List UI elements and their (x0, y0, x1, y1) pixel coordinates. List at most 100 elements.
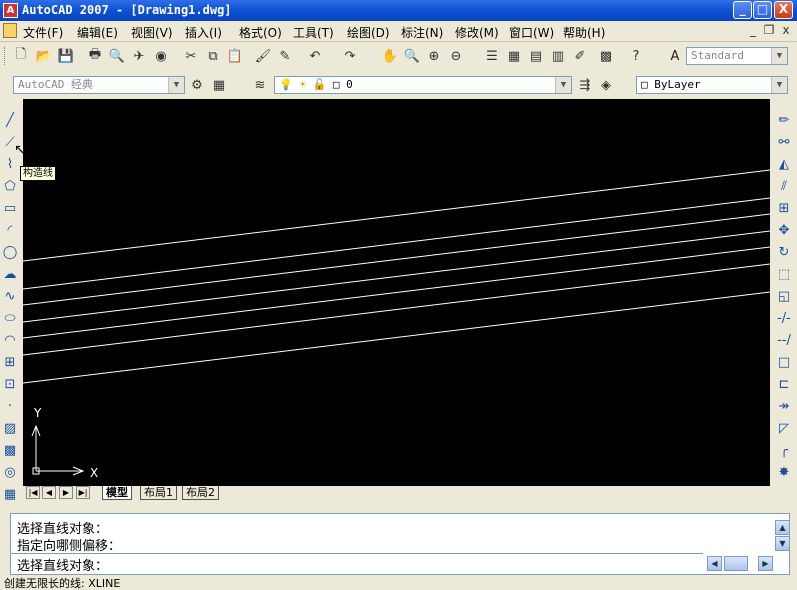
autocad-app-icon[interactable]: A (3, 3, 18, 18)
trim-icon[interactable]: -/- (775, 309, 793, 327)
point-icon[interactable]: · (1, 397, 19, 415)
minimize-button[interactable]: _ (733, 1, 752, 19)
line-icon[interactable]: ╱ (1, 111, 19, 129)
match-properties-icon[interactable]: 🖌 (254, 47, 272, 65)
workspace-settings-icon[interactable]: ⚙ (188, 76, 206, 94)
3d-dwf-icon[interactable]: ◉ (152, 47, 170, 65)
markup-icon[interactable]: ✐ (571, 47, 589, 65)
revision-cloud-icon[interactable]: ☁ (1, 265, 19, 283)
rectangle-icon[interactable]: ▭ (1, 199, 19, 217)
block-editor-icon[interactable]: ✎ (276, 47, 294, 65)
document-icon[interactable] (3, 23, 17, 38)
plot-preview-icon[interactable]: 🔍 (108, 47, 126, 65)
move-icon[interactable]: ✥ (775, 221, 793, 239)
xline-1[interactable] (23, 169, 770, 262)
rotate-icon[interactable]: ↻ (775, 243, 793, 261)
menu-view[interactable]: 视图(V) (131, 24, 173, 41)
last-tab-button[interactable]: ▶| (76, 486, 90, 499)
zoom-window-icon[interactable]: ⊕ (425, 47, 443, 65)
xline-4[interactable] (23, 230, 770, 323)
menu-dimension[interactable]: 标注(N) (401, 24, 443, 41)
publish-icon[interactable]: ✈ (130, 47, 148, 65)
tool-palettes-icon[interactable]: ▤ (527, 47, 545, 65)
scale-icon[interactable]: ⬚ (775, 265, 793, 283)
hatch-icon[interactable]: ▨ (1, 419, 19, 437)
cut-icon[interactable]: ✂ (182, 47, 200, 65)
menu-insert[interactable]: 插入(I) (185, 24, 222, 41)
offset-icon[interactable]: ⫽ (775, 177, 793, 195)
layer-manager-icon[interactable]: ≋ (251, 76, 269, 94)
scroll-right-icon[interactable]: ▶ (758, 556, 773, 571)
calculator-icon[interactable]: ▩ (597, 47, 615, 65)
redo-icon[interactable]: ↷ (341, 47, 359, 65)
menu-file[interactable]: 文件(F) (23, 24, 63, 41)
scroll-left-icon[interactable]: ◀ (707, 556, 722, 571)
ellipse-icon[interactable]: ⬭ (1, 309, 19, 327)
insert-block-icon[interactable]: ⊞ (1, 353, 19, 371)
copy-icon[interactable]: ⧉ (204, 47, 222, 65)
menu-edit[interactable]: 编辑(E) (77, 24, 118, 41)
make-layer-current-icon[interactable]: ⇶ (576, 76, 594, 94)
text-style-icon[interactable]: A (666, 47, 684, 65)
layer-dropdown[interactable]: 💡 ☀ 🔓 □ 0 ▼ (274, 76, 572, 94)
copy-object-icon[interactable]: ⚯ (775, 133, 793, 151)
ellipse-arc-icon[interactable]: ◠ (1, 331, 19, 349)
spline-icon[interactable]: ∿ (1, 287, 19, 305)
layer-previous-icon[interactable]: ◈ (597, 76, 615, 94)
undo-icon[interactable]: ↶ (306, 47, 324, 65)
save-workspace-icon[interactable]: ▦ (210, 76, 228, 94)
mirror-icon[interactable]: ◭ (775, 155, 793, 173)
drawing-canvas[interactable]: Y X (23, 99, 770, 486)
doc-restore-button[interactable]: ❐ (762, 23, 776, 37)
horizontal-scroll-thumb[interactable] (724, 556, 748, 571)
xline-6[interactable] (23, 263, 770, 356)
tab-layout1[interactable]: 布局1 (140, 486, 177, 500)
tab-layout2[interactable]: 布局2 (182, 486, 219, 500)
fillet-icon[interactable]: ╭ (775, 441, 793, 459)
paste-icon[interactable]: 📋 (226, 47, 244, 65)
next-tab-button[interactable]: ▶ (59, 486, 73, 499)
design-center-icon[interactable]: ▦ (505, 47, 523, 65)
break-icon[interactable]: ⊏ (775, 375, 793, 393)
new-icon[interactable]: 🗋 (12, 47, 30, 65)
polygon-icon[interactable]: ⬠ (1, 177, 19, 195)
menu-tools[interactable]: 工具(T) (293, 24, 334, 41)
properties-icon[interactable]: ☰ (483, 47, 501, 65)
scroll-up-icon[interactable]: ▲ (775, 520, 790, 535)
break-at-point-icon[interactable]: □ (775, 353, 793, 371)
xline-7[interactable] (23, 291, 770, 384)
scroll-down-icon[interactable]: ▼ (775, 536, 790, 551)
menu-help[interactable]: 帮助(H) (563, 24, 605, 41)
menu-modify[interactable]: 修改(M) (455, 24, 499, 41)
array-icon[interactable]: ⊞ (775, 199, 793, 217)
sheet-set-icon[interactable]: ▥ (549, 47, 567, 65)
help-icon[interactable]: ? (627, 47, 645, 65)
plot-icon[interactable]: 🖶 (86, 47, 104, 65)
save-icon[interactable]: 💾 (57, 47, 75, 65)
gradient-icon[interactable]: ▩ (1, 441, 19, 459)
zoom-previous-icon[interactable]: ⊖ (447, 47, 465, 65)
command-window[interactable]: 选择直线对象： 指定向哪侧偏移： 选择直线对象： ▲ ▼ ◀ ▶ (10, 513, 790, 575)
open-icon[interactable]: 📂 (35, 47, 53, 65)
command-prompt[interactable]: 选择直线对象： (17, 555, 108, 574)
maximize-button[interactable]: □ (753, 1, 772, 19)
menu-format[interactable]: 格式(O) (239, 24, 282, 41)
circle-icon[interactable]: ◯ (1, 243, 19, 261)
menu-draw[interactable]: 绘图(D) (347, 24, 390, 41)
extend-icon[interactable]: --/ (775, 331, 793, 349)
xline-2[interactable] (23, 197, 770, 290)
tab-model[interactable]: 模型 (102, 486, 132, 500)
arc-icon[interactable]: ◜ (1, 221, 19, 239)
workspace-dropdown[interactable]: AutoCAD 经典 ▼ (13, 76, 185, 94)
erase-icon[interactable]: ✏ (775, 111, 793, 129)
stretch-icon[interactable]: ◱ (775, 287, 793, 305)
prev-tab-button[interactable]: ◀ (42, 486, 56, 499)
table-icon[interactable]: ▦ (1, 485, 19, 503)
first-tab-button[interactable]: |◀ (26, 486, 40, 499)
xline-5[interactable] (23, 246, 770, 339)
toolbar-grip[interactable] (4, 47, 8, 65)
doc-close-button[interactable]: x (779, 23, 793, 37)
text-style-dropdown[interactable]: Standard ▼ (686, 47, 788, 65)
join-icon[interactable]: ↠ (775, 397, 793, 415)
menu-window[interactable]: 窗口(W) (509, 24, 554, 41)
